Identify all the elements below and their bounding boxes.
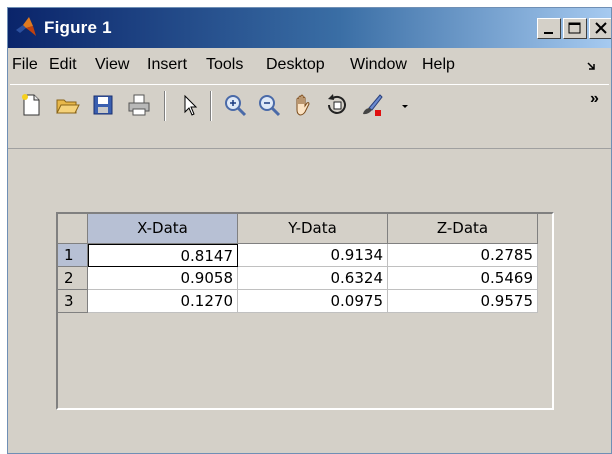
table-cell[interactable]: 0.2785 <box>388 244 538 267</box>
data-brush-button[interactable] <box>360 92 386 118</box>
data-brush-icon <box>363 94 383 116</box>
figure-window: Figure 1 File Edit View Insert Tools Des… <box>7 7 612 454</box>
table-cell[interactable]: 0.1270 <box>88 290 238 313</box>
row-header-2[interactable]: 2 <box>58 267 88 290</box>
open-file-icon <box>56 99 80 114</box>
menu-bar: File Edit View Insert Tools Desktop Wind… <box>8 52 611 78</box>
maximize-button[interactable] <box>563 18 587 39</box>
title-bar[interactable]: Figure 1 <box>8 8 611 48</box>
row-header-3[interactable]: 3 <box>58 290 88 313</box>
menu-insert[interactable]: Insert <box>147 56 187 74</box>
menu-help[interactable]: Help <box>422 56 455 74</box>
rotate-3d-button[interactable] <box>324 92 350 118</box>
column-header-y[interactable]: Y-Data <box>238 214 388 244</box>
pointer-button[interactable] <box>176 92 202 118</box>
table-corner[interactable] <box>58 214 88 244</box>
chevron-down-icon <box>402 105 408 108</box>
pointer-arrow-icon <box>184 94 198 116</box>
window-title: Figure 1 <box>44 18 112 37</box>
print-icon <box>128 94 150 116</box>
matlab-logo-icon <box>16 17 36 36</box>
table-cell[interactable]: 0.9058 <box>88 267 238 290</box>
menu-overflow-arrow-icon[interactable] <box>586 60 598 72</box>
save-button[interactable] <box>90 92 116 118</box>
close-icon <box>595 22 607 34</box>
column-header-z[interactable]: Z-Data <box>388 214 538 244</box>
new-figure-button[interactable] <box>18 92 44 118</box>
table-cell[interactable]: 0.6324 <box>238 267 388 290</box>
data-brush-dropdown[interactable] <box>392 92 408 118</box>
toolbar-bottom-divider <box>8 148 611 149</box>
menu-edit[interactable]: Edit <box>49 56 77 74</box>
rotate-3d-icon <box>328 94 346 114</box>
zoom-in-button[interactable] <box>222 92 248 118</box>
minimize-icon <box>544 32 553 34</box>
zoom-in-icon <box>225 95 247 117</box>
toolbar-separator <box>210 91 212 121</box>
pan-button[interactable] <box>290 92 316 118</box>
close-button[interactable] <box>589 18 611 39</box>
menu-window[interactable]: Window <box>350 56 407 74</box>
toolbar-separator <box>164 91 166 121</box>
table-cell[interactable]: 0.0975 <box>238 290 388 313</box>
open-file-button[interactable] <box>54 92 80 118</box>
pan-hand-icon <box>296 94 310 116</box>
zoom-out-button[interactable] <box>256 92 282 118</box>
print-button[interactable] <box>126 92 152 118</box>
save-icon <box>93 95 113 115</box>
toolbar-overflow-button[interactable]: » <box>590 90 599 108</box>
table-cell[interactable]: 0.5469 <box>388 267 538 290</box>
table-cell[interactable]: 0.9575 <box>388 290 538 313</box>
figure-toolbar: » <box>8 86 611 126</box>
minimize-button[interactable] <box>537 18 561 39</box>
toolbar-divider <box>10 84 609 85</box>
row-header-1[interactable]: 1 <box>58 244 88 267</box>
menu-tools[interactable]: Tools <box>206 56 243 74</box>
table-cell[interactable]: 0.9134 <box>238 244 388 267</box>
menu-desktop[interactable]: Desktop <box>266 56 325 74</box>
column-header-x[interactable]: X-Data <box>88 214 238 244</box>
data-table[interactable]: X-Data Y-Data Z-Data 1 0.8147 0.9134 0.2… <box>56 212 554 410</box>
new-figure-icon <box>22 94 40 116</box>
maximize-icon <box>568 22 581 34</box>
menu-view[interactable]: View <box>95 56 129 74</box>
table-cell[interactable]: 0.8147 <box>88 244 238 267</box>
menu-file[interactable]: File <box>12 56 38 74</box>
zoom-out-icon <box>259 95 281 117</box>
